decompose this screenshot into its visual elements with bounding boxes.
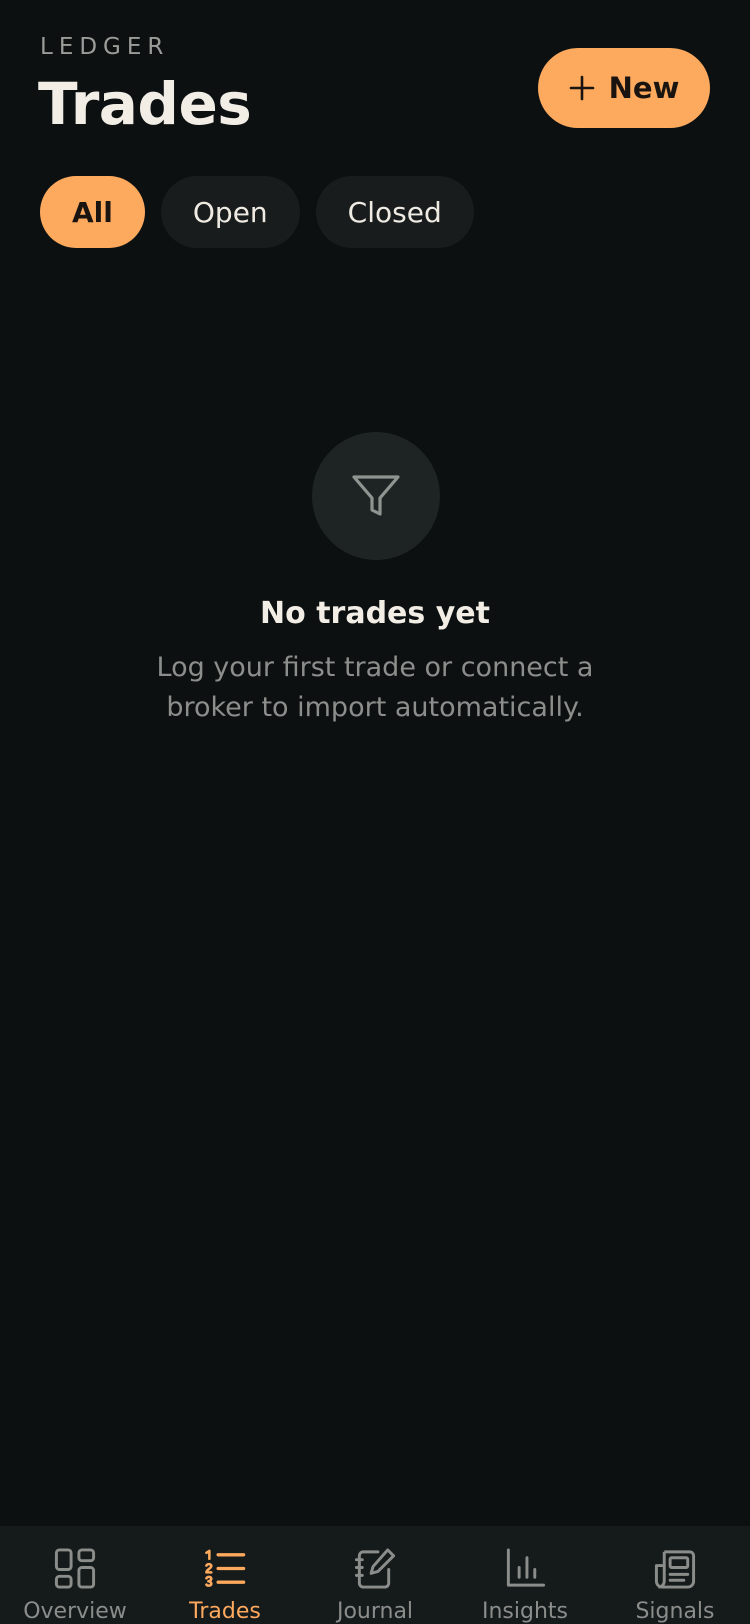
page-title: Trades bbox=[38, 70, 252, 138]
tab-journal-label: Journal bbox=[336, 1599, 414, 1624]
list-icon bbox=[205, 1549, 246, 1587]
filter-chips: All Open Closed bbox=[40, 176, 474, 248]
empty-state-icon-circle bbox=[312, 432, 440, 560]
tab-signals-label: Signals bbox=[635, 1599, 715, 1624]
tab-overview-label: Overview bbox=[23, 1599, 127, 1624]
filter-chip-closed[interactable]: Closed bbox=[315, 176, 474, 248]
bar-chart-icon bbox=[506, 1548, 546, 1587]
tab-signals[interactable]: Signals bbox=[600, 1526, 750, 1624]
new-button-label: New bbox=[608, 71, 680, 105]
filter-chip-open[interactable]: Open bbox=[160, 176, 300, 248]
new-trade-button[interactable]: New bbox=[538, 48, 710, 128]
bottom-tab-bar: Overview Trades Journal Insights Signals bbox=[0, 1526, 750, 1624]
newspaper-icon bbox=[654, 1550, 696, 1589]
empty-state-line-1: Log your first trade or connect a bbox=[156, 652, 594, 683]
app-eyebrow: LEDGER bbox=[40, 34, 170, 60]
empty-state-line-2: broker to import automatically. bbox=[166, 692, 584, 723]
grid-icon bbox=[54, 1548, 96, 1589]
tab-insights-label: Insights bbox=[481, 1599, 568, 1624]
empty-state-description: Log your first trade or connect a broker… bbox=[150, 648, 600, 728]
tab-trades[interactable]: Trades bbox=[150, 1526, 300, 1624]
filter-icon bbox=[352, 475, 400, 516]
empty-state-title: No trades yet bbox=[260, 596, 490, 631]
tab-trades-label: Trades bbox=[189, 1599, 261, 1624]
tab-insights[interactable]: Insights bbox=[450, 1526, 600, 1624]
plus-icon bbox=[569, 75, 594, 101]
tab-journal[interactable]: Journal bbox=[300, 1526, 450, 1624]
filter-chip-all[interactable]: All bbox=[40, 176, 145, 248]
notebook-pen-icon bbox=[354, 1548, 396, 1589]
trades-screen: LEDGER Trades New All Open Closed No tra… bbox=[0, 0, 750, 1624]
tab-overview[interactable]: Overview bbox=[0, 1526, 150, 1624]
